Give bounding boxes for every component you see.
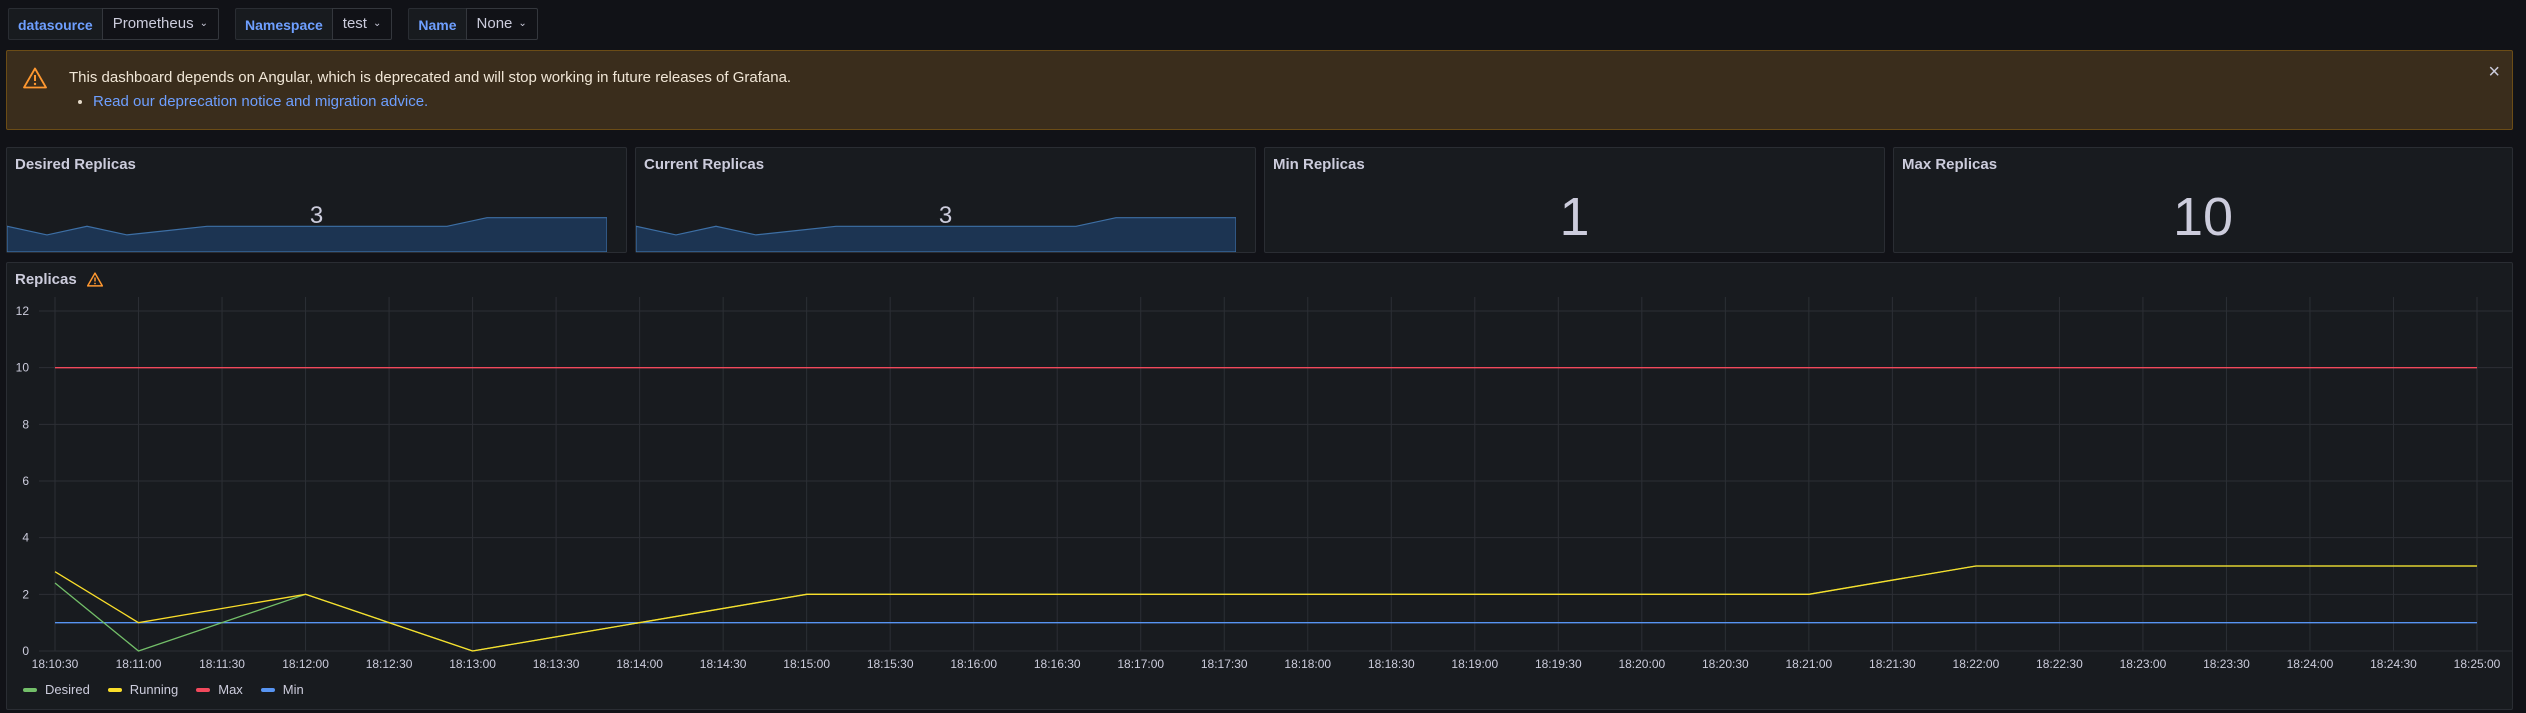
stat-value: 3: [938, 202, 953, 229]
alert-message: This dashboard depends on Angular, which…: [69, 69, 792, 86]
select-value: None: [476, 15, 513, 32]
x-tick-label: 18:19:00: [1451, 657, 1498, 671]
x-tick-label: 18:12:30: [366, 657, 413, 671]
panel-title: Max Replicas: [1902, 156, 1998, 173]
list-item: Read our deprecation notice and migratio…: [93, 93, 428, 110]
panel-title: Desired Replicas: [15, 156, 136, 173]
name-select[interactable]: None ⌄: [465, 8, 538, 40]
variable-namespace: Namespace test ⌄: [234, 8, 393, 40]
variable-label: datasource: [8, 8, 102, 40]
chart-legend: Desired Running Max Min: [23, 682, 304, 697]
stat-value: 10: [2172, 187, 2234, 247]
x-tick-label: 18:17:00: [1117, 657, 1164, 671]
panel-title: Min Replicas: [1273, 156, 1365, 173]
legend-label: Desired: [45, 682, 90, 697]
stat-value: 1: [1559, 187, 1590, 247]
x-tick-label: 18:17:30: [1201, 657, 1248, 671]
deprecation-notice-link[interactable]: Read our deprecation notice and migratio…: [93, 93, 428, 110]
x-tick-label: 18:16:00: [950, 657, 997, 671]
legend-item-max[interactable]: Max: [196, 682, 243, 697]
variable-name: Name None ⌄: [408, 8, 538, 40]
y-tick-label: 2: [22, 587, 29, 601]
y-tick-label: 8: [22, 417, 29, 431]
x-tick-label: 18:10:30: [32, 657, 79, 671]
variable-label: Name: [408, 8, 466, 40]
x-tick-label: 18:23:30: [2203, 657, 2250, 671]
variable-datasource: datasource Prometheus ⌄: [8, 8, 219, 40]
x-tick-label: 18:18:00: [1284, 657, 1331, 671]
x-tick-label: 18:21:00: [1786, 657, 1833, 671]
series-line-running: [54, 565, 2477, 652]
chevron-down-icon: ⌄: [518, 18, 527, 29]
x-tick-label: 18:12:00: [282, 657, 329, 671]
replicas-chart[interactable]: 0 2 4 6 8 10 12 18:10:30 18:11:00 18:11:30 18:12:0…: [7, 263, 2512, 678]
stat-value: 3: [309, 202, 324, 229]
x-tick-label: 18:20:30: [1702, 657, 1749, 671]
x-tick-label: 18:22:00: [1953, 657, 2000, 671]
x-tick-label: 18:15:30: [867, 657, 914, 671]
x-tick-label: 18:16:30: [1034, 657, 1081, 671]
x-tick-label: 18:13:00: [449, 657, 496, 671]
x-tick-label: 18:21:30: [1869, 657, 1916, 671]
namespace-select[interactable]: test ⌄: [331, 8, 393, 40]
x-tick-label: 18:18:30: [1368, 657, 1415, 671]
x-tick-label: 18:11:00: [116, 657, 162, 671]
variable-label: Namespace: [234, 8, 332, 40]
stat-panel-max-replicas[interactable]: Max Replicas 10: [1893, 147, 2513, 253]
warning-icon: [23, 67, 47, 89]
replicas-graph-panel[interactable]: Replicas 0 2 4 6 8 10 12 18:10:30 18:11:00 18:11:…: [6, 262, 2513, 710]
x-tick-label: 18:15:00: [783, 657, 830, 671]
x-tick-label: 18:14:30: [700, 657, 747, 671]
angular-deprecation-alert: This dashboard depends on Angular, which…: [6, 50, 2513, 130]
legend-item-running[interactable]: Running: [107, 682, 179, 697]
chevron-down-icon: ⌄: [199, 18, 208, 29]
legend-swatch: [23, 687, 37, 692]
x-tick-label: 18:24:00: [2287, 657, 2334, 671]
stat-panel-desired-replicas[interactable]: Desired Replicas 3: [6, 147, 627, 253]
y-tick-label: 6: [22, 474, 29, 488]
x-tick-label: 18:11:30: [199, 657, 245, 671]
x-tick-label: 18:23:00: [2120, 657, 2167, 671]
stat-panel-min-replicas[interactable]: Min Replicas 1: [1264, 147, 1885, 253]
select-value: Prometheus: [112, 15, 194, 32]
x-tick-label: 18:24:30: [2370, 657, 2417, 671]
datasource-select[interactable]: Prometheus ⌄: [101, 8, 219, 40]
panel-title: Current Replicas: [644, 156, 765, 173]
y-tick-label: 12: [16, 304, 30, 318]
legend-item-desired[interactable]: Desired: [23, 682, 90, 697]
chevron-down-icon: ⌄: [372, 18, 382, 29]
legend-swatch: [260, 687, 275, 692]
variables-bar: datasource Prometheus ⌄ Namespace test ⌄…: [8, 8, 554, 40]
legend-label: Max: [218, 682, 243, 697]
stat-panel-current-replicas[interactable]: Current Replicas 3: [635, 147, 1256, 253]
legend-label: Min: [282, 682, 304, 697]
x-tick-label: 18:14:00: [616, 657, 663, 671]
legend-label: Running: [129, 682, 179, 697]
y-tick-label: 10: [16, 361, 30, 375]
alert-links: Read our deprecation notice and migratio…: [69, 93, 428, 110]
x-tick-label: 18:13:30: [533, 657, 580, 671]
legend-swatch: [107, 687, 122, 692]
series-line-desired: [54, 565, 2477, 652]
legend-item-min[interactable]: Min: [260, 682, 304, 697]
close-icon[interactable]: ×: [2488, 61, 2500, 84]
x-tick-label: 18:20:00: [1618, 657, 1665, 671]
legend-swatch: [196, 687, 211, 692]
select-value: test: [342, 15, 367, 32]
x-tick-label: 18:25:00: [2454, 657, 2501, 671]
y-tick-label: 4: [22, 531, 29, 545]
x-tick-label: 18:22:30: [2036, 657, 2083, 671]
x-tick-label: 18:19:30: [1535, 657, 1582, 671]
y-tick-label: 0: [22, 644, 29, 658]
